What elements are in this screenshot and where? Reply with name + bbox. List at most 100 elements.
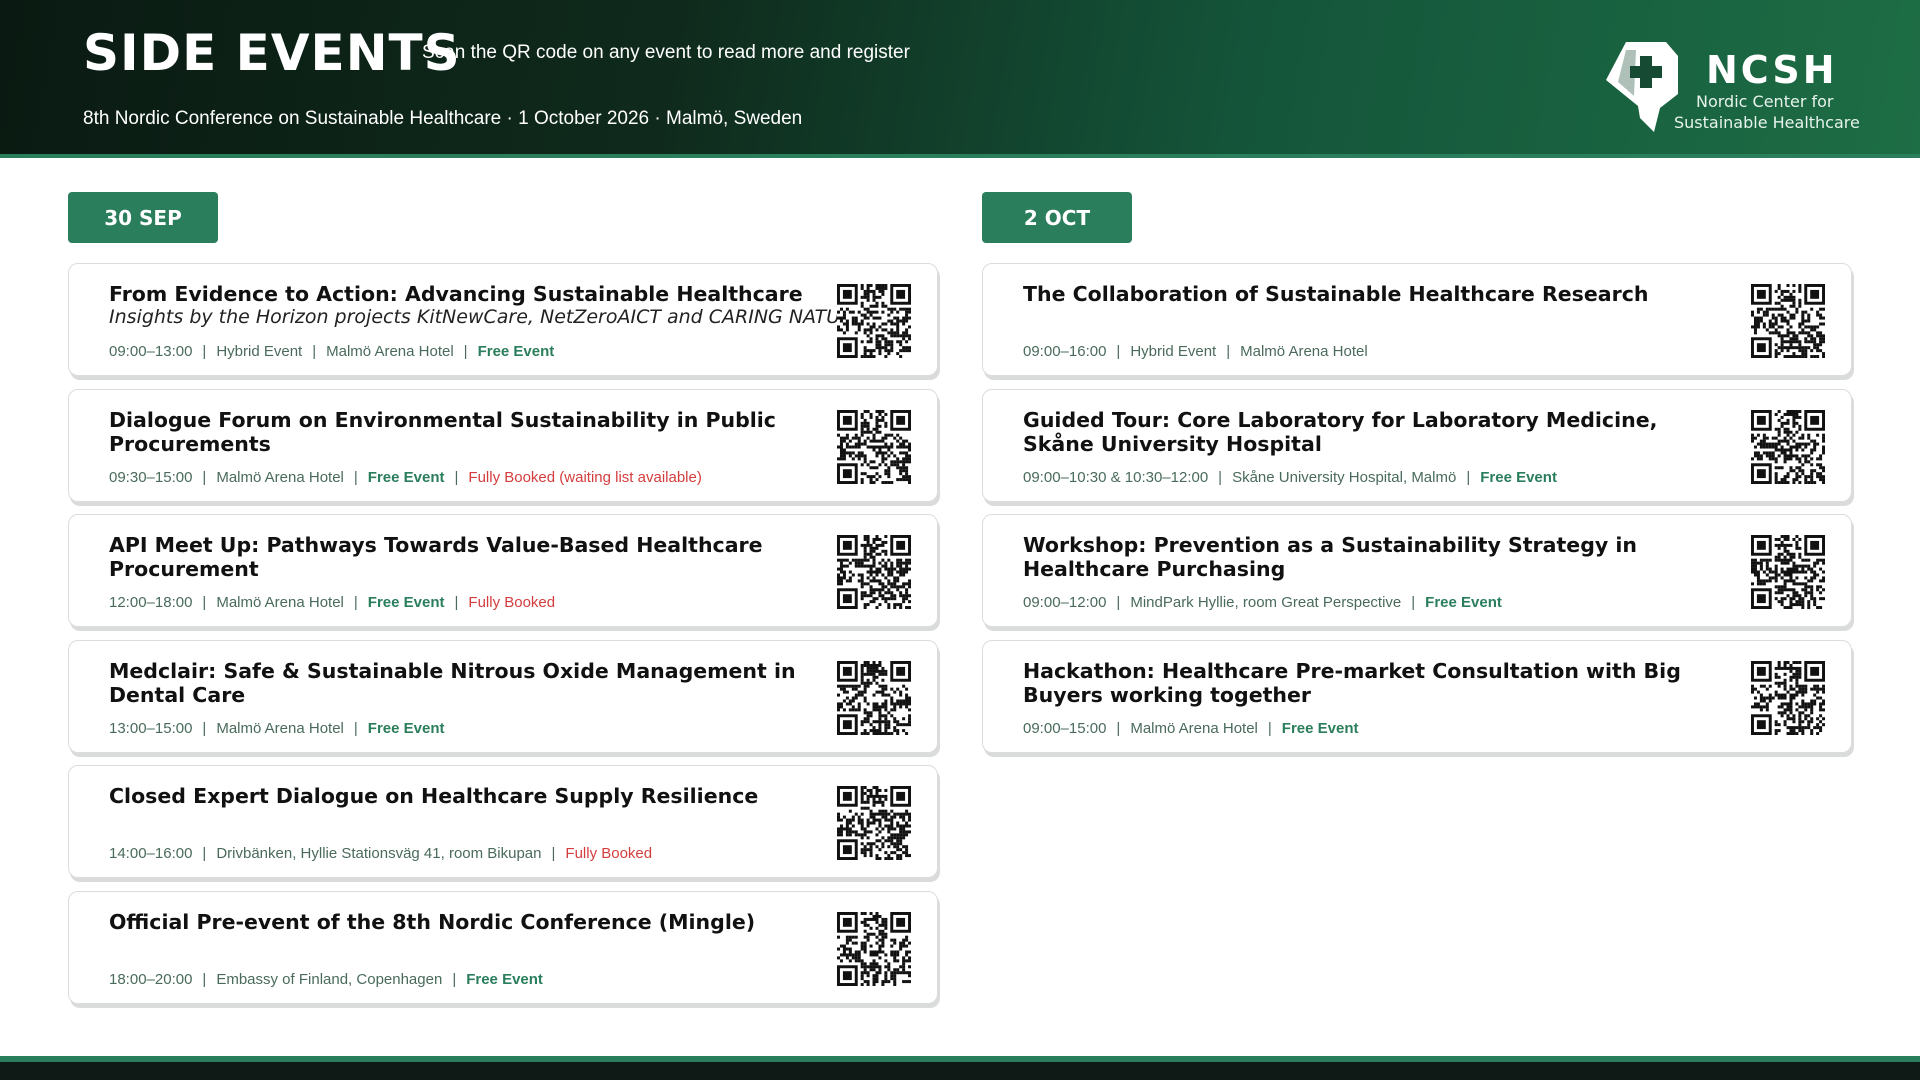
event-title: The Collaboration of Sustainable Healthc… <box>1023 282 1649 306</box>
event-card[interactable]: From Evidence to Action: Advancing Susta… <box>68 263 938 376</box>
separator: | <box>202 719 207 737</box>
separator: | <box>463 343 468 360</box>
event-card[interactable]: Workshop: Prevention as a Sustainability… <box>982 514 1852 627</box>
event-location: Malmö Arena Hotel <box>326 343 454 360</box>
date-badge: 2 OCT <box>982 192 1132 243</box>
event-location: Hybrid Event <box>1130 343 1217 360</box>
event-card[interactable]: The Collaboration of Sustainable Healthc… <box>982 263 1852 376</box>
event-time: 09:00–15:00 <box>1023 719 1107 737</box>
event-card[interactable]: Hackathon: Healthcare Pre-market Consult… <box>982 639 1852 753</box>
footer-bar <box>0 1056 1920 1080</box>
event-location: Skåne University Hospital, Malmö <box>1232 468 1457 486</box>
event-title: Closed Expert Dialogue on Healthcare Sup… <box>109 784 759 808</box>
qr-code-graphic <box>837 911 911 986</box>
logo-line-2: Sustainable Healthcare <box>1674 113 1860 132</box>
event-title: Official Pre-event of the 8th Nordic Con… <box>109 909 756 934</box>
separator: | <box>353 719 358 737</box>
event-meta: 09:30–15:00 | Malmö Arena Hotel | Free Event… <box>109 469 702 486</box>
qr-code-graphic <box>837 535 911 609</box>
free-event-badge: Free Event <box>1425 594 1502 611</box>
separator: | <box>452 970 457 988</box>
event-location: Embassy of Finland, Copenhagen <box>216 970 443 988</box>
qr-code-icon[interactable] <box>837 660 911 735</box>
conference-info: 8th Nordic Conference on Sustainable Hea… <box>83 108 803 129</box>
event-time: 14:00–16:00 <box>109 845 193 862</box>
fully-booked-badge: Fully Booked <box>468 594 556 611</box>
header-banner: SIDE EVENTS Scan the QR code on any even… <box>0 0 1920 158</box>
event-location: Hybrid Event <box>216 343 303 360</box>
event-location: Malmö Arena Hotel <box>216 468 344 486</box>
qr-code-icon[interactable] <box>837 535 911 609</box>
qr-code-graphic <box>837 409 911 484</box>
separator: | <box>1116 719 1121 737</box>
event-location: Drivbänken, Hyllie Stationsväg 41, room … <box>216 845 542 862</box>
page-subtitle: Scan the QR code on any event to read mo… <box>422 42 910 63</box>
separator: | <box>353 594 358 611</box>
free-event-badge: Free Event <box>1281 719 1359 737</box>
event-time: 13:00–15:00 <box>109 719 193 737</box>
qr-code-icon[interactable] <box>1751 660 1825 735</box>
event-card[interactable]: Guided Tour: Core Laboratory for Laborat… <box>982 388 1852 502</box>
event-time: 09:00–13:00 <box>109 343 193 360</box>
event-title: From Evidence to Action: Advancing Susta… <box>109 282 803 306</box>
event-meta: 09:00–10:30 & 10:30–12:00 | Skåne Universi… <box>1023 469 1557 486</box>
qr-code-icon[interactable] <box>837 409 911 484</box>
qr-code-icon[interactable] <box>837 786 911 860</box>
event-meta: 13:00–15:00 | Malmö Arena Hotel | Free Event <box>109 720 445 737</box>
event-card[interactable]: Dialogue Forum on Environmental Sustaina… <box>68 388 938 502</box>
separator: | <box>1267 719 1272 737</box>
separator: | <box>1218 468 1223 486</box>
event-location: Malmö Arena Hotel <box>1130 719 1258 737</box>
column-2-oct: 2 OCT The Collaboration of Sustainable H… <box>982 192 1852 765</box>
event-location: Malmö Arena Hotel <box>1240 343 1368 360</box>
separator: | <box>312 343 317 360</box>
logo-brand: NCSH <box>1706 48 1838 92</box>
separator: | <box>202 970 207 988</box>
free-event-badge: Free Event <box>367 719 445 737</box>
qr-code-icon[interactable] <box>1751 409 1825 484</box>
event-meta: 09:00–12:00 | MindPark Hyllie, room Great … <box>1023 594 1502 611</box>
event-title: Medclair: Safe & Sustainable Nitrous Oxi… <box>109 658 796 707</box>
event-meta: 14:00–16:00 | Drivbänken, Hyllie Stationsv… <box>109 845 652 862</box>
free-event-badge: Free Event <box>477 343 555 360</box>
qr-code-graphic <box>1751 409 1825 484</box>
free-event-badge: Free Event <box>367 468 445 486</box>
qr-code-graphic <box>1751 535 1825 609</box>
event-card[interactable]: Official Pre-event of the 8th Nordic Con… <box>68 890 938 1004</box>
qr-code-graphic <box>837 786 911 860</box>
event-card[interactable]: Medclair: Safe & Sustainable Nitrous Oxi… <box>68 639 938 753</box>
column-30-sep: 30 SEP From Evidence to Action: Advancin… <box>68 192 938 1016</box>
separator: | <box>1116 343 1121 360</box>
separator: | <box>202 468 207 486</box>
free-event-badge: Free Event <box>367 594 445 611</box>
event-meta: 18:00–20:00 | Embassy of Finland, Copenhag… <box>109 971 543 988</box>
qr-code-icon[interactable] <box>1751 284 1825 358</box>
qr-code-icon[interactable] <box>837 284 911 358</box>
qr-code-graphic <box>1751 284 1825 358</box>
event-list: The Collaboration of Sustainable Healthc… <box>982 263 1852 753</box>
event-list: From Evidence to Action: Advancing Susta… <box>68 263 938 1004</box>
separator: | <box>202 845 207 862</box>
separator: | <box>454 468 459 486</box>
separator: | <box>551 845 556 862</box>
event-title: API Meet Up: Pathways Towards Value-Base… <box>109 533 763 581</box>
event-card[interactable]: Closed Expert Dialogue on Healthcare Sup… <box>68 765 938 878</box>
event-subtitle: Insights by the Horizon projects KitNewC… <box>109 306 866 328</box>
event-location: MindPark Hyllie, room Great Perspective <box>1130 594 1402 611</box>
qr-code-icon[interactable] <box>837 911 911 986</box>
fully-booked-badge: Fully Booked <box>565 845 653 862</box>
event-time: 09:00–10:30 & 10:30–12:00 <box>1023 468 1209 486</box>
event-title: Hackathon: Healthcare Pre-market Consult… <box>1023 658 1681 707</box>
free-event-badge: Free Event <box>466 970 543 988</box>
logo-line-1: Nordic Center for <box>1696 92 1834 111</box>
event-card[interactable]: API Meet Up: Pathways Towards Value-Base… <box>68 514 938 627</box>
event-time: 09:30–15:00 <box>109 468 193 486</box>
page-title: SIDE EVENTS <box>83 24 461 82</box>
separator: | <box>1226 343 1231 360</box>
event-title: Workshop: Prevention as a Sustainability… <box>1023 533 1637 581</box>
free-event-badge: Free Event <box>1480 468 1557 486</box>
qr-code-icon[interactable] <box>1751 535 1825 609</box>
event-title: Dialogue Forum on Environmental Sustaina… <box>109 407 776 456</box>
qr-code-graphic <box>837 660 911 735</box>
separator: | <box>454 594 459 611</box>
